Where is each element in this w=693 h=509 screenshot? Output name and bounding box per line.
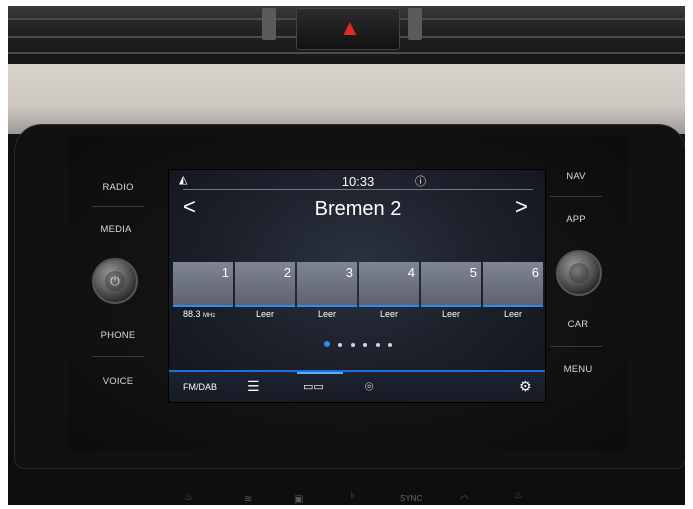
page-dot: [350, 343, 355, 347]
rear-defrost-icon[interactable]: ▣: [294, 494, 303, 505]
preset-number: 1: [221, 265, 229, 280]
divider: [92, 206, 144, 207]
preset-bar: [297, 305, 357, 307]
bottom-bar-line: [169, 370, 545, 372]
active-tab-indicator: [297, 372, 343, 374]
page-dot-active: [323, 341, 330, 347]
nav-button[interactable]: NAV: [546, 171, 606, 182]
preset-frequency: 88.3 MHz: [183, 309, 215, 319]
phone-button[interactable]: PHONE: [88, 330, 148, 341]
seat-heat-icon[interactable]: ♨: [184, 492, 193, 503]
preset-label: Leer: [379, 309, 398, 319]
preset-3[interactable]: 3 Leer: [297, 262, 357, 322]
page-dot: [375, 343, 380, 347]
preset-bar: [359, 305, 419, 307]
preset-bar: [421, 305, 481, 307]
vent-slat: [8, 52, 685, 54]
preset-list: 1 88.3 MHz 2 Leer 3 Leer 4 Leer 5 Leer 6…: [173, 262, 545, 322]
preset-frequency-unit: MHz: [203, 313, 216, 319]
page-dot: [363, 343, 368, 347]
hazard-button[interactable]: ▲: [296, 8, 400, 50]
divider: [550, 196, 602, 197]
clock: 10:33: [341, 174, 375, 189]
vent-adjuster[interactable]: [262, 8, 276, 40]
broadcast-icon[interactable]: ⌾: [365, 378, 373, 395]
preset-label: Leer: [503, 309, 522, 319]
seat-heat-right-icon[interactable]: ♨: [514, 490, 523, 501]
preset-frequency-value: 88.3: [183, 309, 201, 319]
page-dot: [388, 343, 393, 347]
divider: [92, 356, 144, 357]
band-button[interactable]: FM/DAB: [183, 382, 217, 392]
volume-knob[interactable]: ⏻: [92, 258, 138, 304]
station-name: Bremen 2: [314, 198, 402, 220]
media-button[interactable]: MEDIA: [86, 224, 146, 235]
settings-icon[interactable]: ⚙: [519, 378, 532, 395]
car-recirculation-icon[interactable]: ◠: [460, 494, 469, 505]
radio-button[interactable]: RADIO: [88, 182, 148, 193]
power-icon: ⏻: [105, 271, 125, 291]
bottom-menu-bar: FM/DAB ☰ ▭▭ ⌾ ⚙: [169, 370, 545, 402]
app-button[interactable]: APP: [546, 214, 606, 225]
car-dashboard-photo: ▲ RADIO MEDIA ⏻ PHONE VOICE NAV APP CAR …: [8, 6, 685, 505]
page-indicator: [169, 334, 545, 352]
preset-number: 4: [407, 265, 415, 280]
info-icon: ⓘ: [415, 176, 426, 188]
menu-button[interactable]: MENU: [548, 364, 608, 375]
preset-number: 3: [345, 265, 353, 280]
air-vent: ▲: [8, 6, 685, 64]
knob-cap: [569, 263, 589, 283]
preset-number: 2: [283, 265, 291, 280]
voice-button[interactable]: VOICE: [88, 376, 148, 387]
preset-label: Leer: [317, 309, 336, 319]
preset-4[interactable]: 4 Leer: [359, 262, 419, 322]
preset-number: 6: [531, 265, 539, 280]
vent-adjuster[interactable]: [408, 8, 422, 40]
status-bar: ◭ 10:33 ⓘ: [169, 170, 545, 190]
page-dot: [338, 343, 343, 347]
preset-bar: [483, 305, 543, 307]
hazard-warning-icon: ▲: [339, 15, 361, 40]
preset-5[interactable]: 5 Leer: [421, 262, 481, 322]
preset-6[interactable]: 6 Leer: [483, 262, 543, 322]
preset-label: Leer: [441, 309, 460, 319]
radio-screen: ◭ 10:33 ⓘ < Bremen 2 > 1 88.3 MHz 2 Leer: [168, 169, 546, 403]
preset-1[interactable]: 1 88.3 MHz: [173, 262, 233, 322]
preset-2[interactable]: 2 Leer: [235, 262, 295, 322]
divider: [550, 346, 602, 347]
seat-icon[interactable]: ♭: [350, 490, 355, 501]
car-button[interactable]: CAR: [548, 319, 608, 330]
tune-knob[interactable]: [556, 250, 602, 296]
preset-bar: [235, 305, 295, 307]
radio-tuner-icon[interactable]: ▭▭: [303, 380, 324, 393]
preset-number: 5: [469, 265, 477, 280]
list-icon[interactable]: ☰: [247, 378, 260, 395]
defrost-icon[interactable]: ≋: [244, 494, 252, 505]
next-station-button[interactable]: >: [515, 194, 528, 220]
preset-label: Leer: [255, 309, 274, 319]
sync-button[interactable]: SYNC: [400, 494, 422, 503]
status-divider: [183, 189, 533, 190]
preset-active-bar: [173, 305, 233, 307]
